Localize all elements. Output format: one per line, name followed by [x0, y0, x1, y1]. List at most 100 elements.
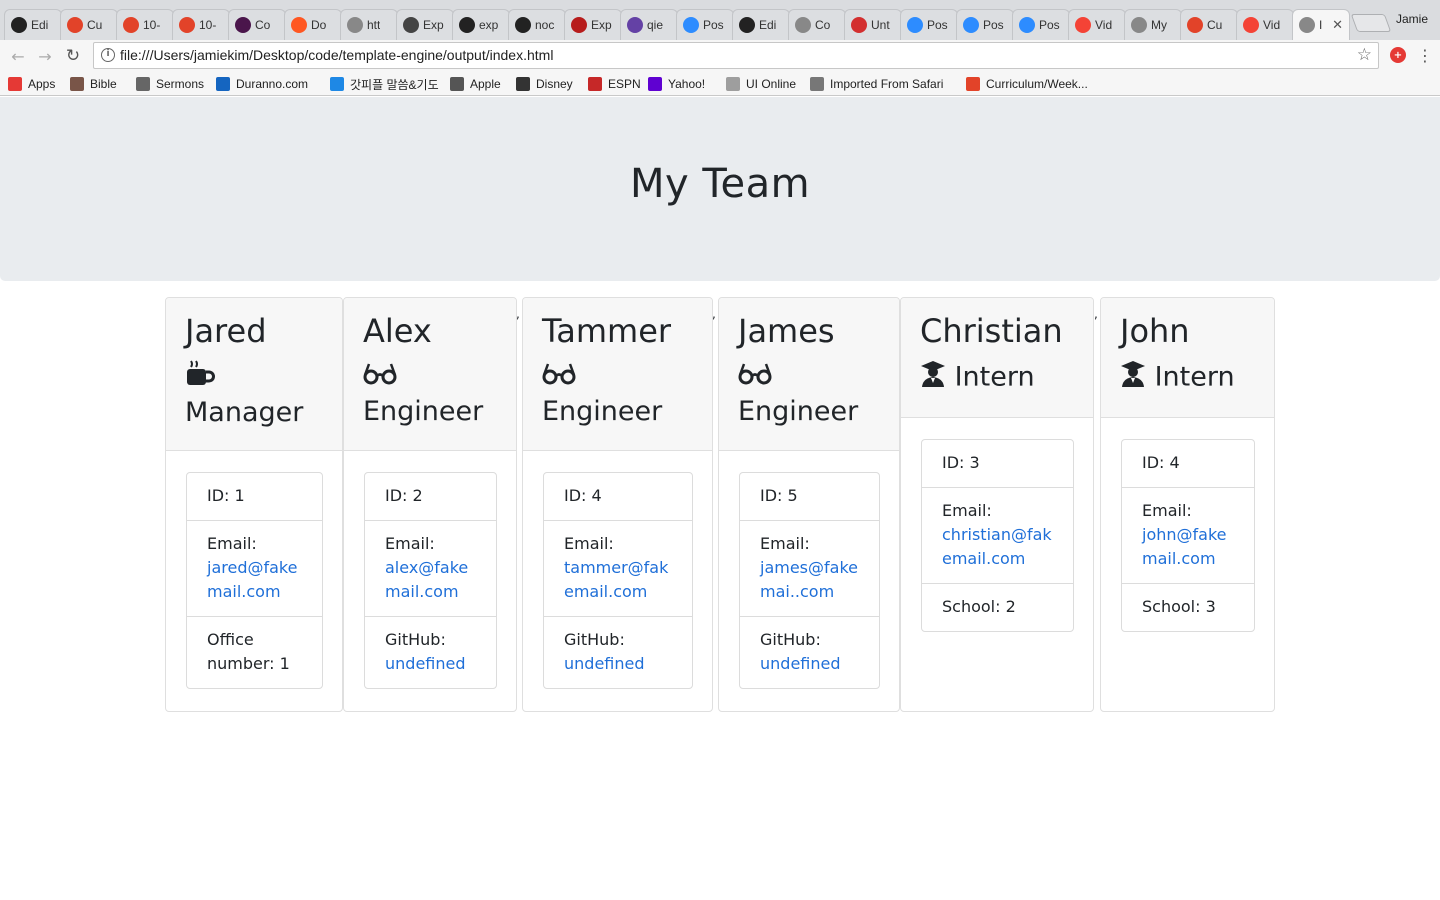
bookmark-item[interactable]: Sermons [136, 75, 204, 93]
employee-id: ID: 4 [1122, 440, 1254, 488]
jumbotron: My Team [0, 97, 1440, 281]
employee-extra-row: GitHub: undefined [544, 617, 692, 688]
bookmark-label: UI Online [746, 77, 797, 91]
bookmark-item[interactable]: 갓피플 말씀&기도 [330, 75, 439, 93]
tab-label: Exp [423, 18, 444, 32]
employee-role-row: Intern [920, 360, 1084, 396]
employee-details-list: ID: 2 Email: alex@fakemail.com GitHub: undef… [364, 472, 497, 689]
gitlab-icon [67, 17, 83, 33]
extension-icon[interactable]: + [1390, 47, 1406, 63]
profile-name[interactable]: Jamie [1396, 12, 1428, 26]
browser-tab[interactable]: Co [788, 9, 846, 40]
email-link[interactable]: christian@fakemail.com [942, 525, 1052, 568]
bookmark-item[interactable]: Duranno.com [216, 75, 308, 93]
employee-id: ID: 3 [922, 440, 1073, 488]
bookmark-label: Imported From Safari [830, 77, 944, 91]
browser-tab[interactable]: Pos [956, 9, 1014, 40]
employee-role: Engineer [542, 395, 663, 427]
employee-role-row: Engineer [738, 360, 890, 428]
employee-card: John Intern ID: 4 Email: john@fakemail.com S… [1100, 297, 1275, 712]
email-link[interactable]: jared@fakemail.com [207, 558, 297, 601]
tab-label: Exp [591, 18, 612, 32]
browser-tab[interactable]: Cu [1180, 9, 1238, 40]
document-icon [1131, 17, 1147, 33]
glasses-icon [542, 361, 576, 395]
browser-tab[interactable]: Co [228, 9, 286, 40]
tab-label: My [1151, 18, 1167, 32]
employee-role: Engineer [363, 395, 484, 427]
browser-tab[interactable]: Edi [4, 9, 62, 40]
employee-role: Intern [954, 361, 1035, 393]
browser-tab[interactable]: qie [620, 9, 678, 40]
browser-tab[interactable]: Vid [1068, 9, 1126, 40]
tab-label: qie [647, 18, 664, 32]
clock-icon [291, 17, 307, 33]
bookmark-label: Apple [470, 77, 501, 91]
close-tab-icon[interactable]: ✕ [1332, 17, 1343, 33]
bookmark-item[interactable]: ESPN [588, 75, 641, 93]
employee-role: Engineer [738, 395, 859, 427]
card-header: Alex Engineer [344, 298, 516, 451]
email-label: Email: [207, 534, 257, 553]
email-link[interactable]: tammer@fakemail.com [564, 558, 668, 601]
tab-label: Pos [983, 18, 1004, 32]
employee-email-row: Email: tammer@fakemail.com [544, 521, 692, 617]
tab-label: Pos [927, 18, 948, 32]
employee-id: ID: 1 [187, 473, 322, 521]
extra-label: School: 2 [942, 597, 1016, 616]
employee-name: Alex [363, 312, 432, 350]
new-tab-button[interactable] [1350, 14, 1392, 32]
address-bar[interactable]: i file:///Users/jamiekim/Desktop/code/te… [93, 42, 1379, 69]
back-arrow-icon[interactable]: ← [7, 45, 29, 67]
email-label: Email: [385, 534, 435, 553]
browser-tab[interactable]: Exp [564, 9, 622, 40]
bookmark-star-icon[interactable]: ☆ [1357, 45, 1372, 65]
bookmark-item[interactable]: Apps [8, 75, 55, 93]
bookmark-item[interactable]: Imported From Safari [810, 75, 943, 93]
tab-label: Vid [1263, 18, 1281, 32]
folder-icon [810, 77, 824, 91]
bookmark-item[interactable]: Bible [70, 75, 117, 93]
browser-tab[interactable]: Pos [1012, 9, 1070, 40]
browser-tab[interactable]: I ✕ [1292, 9, 1350, 40]
tab-label: Co [255, 18, 271, 32]
gitlab-icon [179, 17, 195, 33]
browser-tab[interactable]: Do [284, 9, 342, 40]
reload-icon[interactable]: ↻ [62, 45, 84, 67]
email-link[interactable]: james@fakemai..com [760, 558, 858, 601]
browser-tab[interactable]: noc [508, 9, 566, 40]
bookmark-item[interactable]: Curriculum/Week... [966, 75, 1088, 93]
bookmark-item[interactable]: Disney [516, 75, 573, 93]
glasses-icon [738, 361, 772, 395]
browser-tab[interactable]: Unt [844, 9, 902, 40]
browser-tab[interactable]: Vid [1236, 9, 1294, 40]
stray-comma: , [1094, 307, 1098, 321]
calendar-icon [851, 17, 867, 33]
tab-label: exp [479, 18, 499, 32]
browser-tab[interactable]: exp [452, 9, 510, 40]
tab-label: Vid [1095, 18, 1113, 32]
bookmark-item[interactable]: Apple [450, 75, 501, 93]
github-link[interactable]: undefined [760, 654, 841, 673]
browser-tab[interactable]: 10- [116, 9, 174, 40]
browser-tab[interactable]: Pos [676, 9, 734, 40]
browser-tab[interactable]: Cu [60, 9, 118, 40]
browser-tab[interactable]: Pos [900, 9, 958, 40]
browser-tab[interactable]: My [1124, 9, 1182, 40]
address-url[interactable]: file:///Users/jamiekim/Desktop/code/temp… [120, 47, 553, 63]
email-link[interactable]: alex@fakemail.com [385, 558, 468, 601]
browser-tab[interactable]: 10- [172, 9, 230, 40]
menu-kebab-icon[interactable]: ⋮ [1417, 46, 1433, 65]
browser-tab[interactable]: Exp [396, 9, 454, 40]
employee-role: Intern [1154, 361, 1235, 393]
browser-tab[interactable]: Edi [732, 9, 790, 40]
bookmark-item[interactable]: Yahoo! [648, 75, 705, 93]
browser-tab[interactable]: htt [340, 9, 398, 40]
email-link[interactable]: john@fakemail.com [1142, 525, 1227, 568]
forward-arrow-icon[interactable]: → [34, 45, 56, 67]
bookmark-item[interactable]: UI Online [726, 75, 796, 93]
info-icon[interactable]: i [101, 48, 115, 62]
github-link[interactable]: undefined [385, 654, 466, 673]
github-link[interactable]: undefined [564, 654, 645, 673]
card-header: Jared Manager [166, 298, 342, 451]
